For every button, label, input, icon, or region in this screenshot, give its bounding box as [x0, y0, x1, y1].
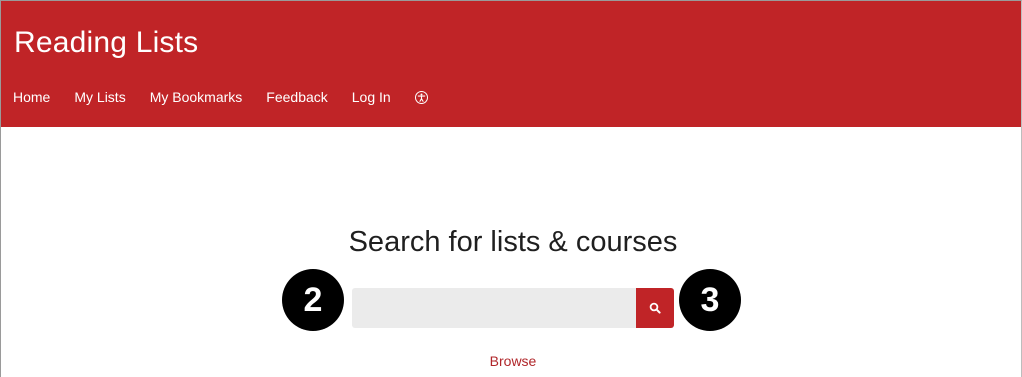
search-icon [649, 302, 661, 314]
nav-my-lists-link[interactable]: My Lists [74, 89, 125, 105]
accessibility-icon[interactable] [414, 90, 428, 104]
main-nav: Home My Lists My Bookmarks Feedback Log … [13, 89, 428, 105]
accessibility-figure-icon [417, 92, 425, 102]
nav-feedback-link[interactable]: Feedback [266, 89, 327, 105]
app-title: Reading Lists [14, 26, 199, 59]
browse-link[interactable]: Browse [0, 353, 1022, 369]
nav-log-in-link[interactable]: Log In [352, 89, 391, 105]
site-header: Reading Lists Home My Lists My Bookmarks… [1, 1, 1021, 127]
nav-my-bookmarks-link[interactable]: My Bookmarks [150, 89, 243, 105]
search-input[interactable] [352, 288, 636, 328]
search-heading: Search for lists & courses [348, 226, 678, 258]
nav-home-link[interactable]: Home [13, 89, 50, 105]
annotation-badge-2: 2 [282, 269, 344, 331]
search-button[interactable] [636, 288, 674, 328]
annotation-badge-3: 3 [679, 269, 741, 331]
